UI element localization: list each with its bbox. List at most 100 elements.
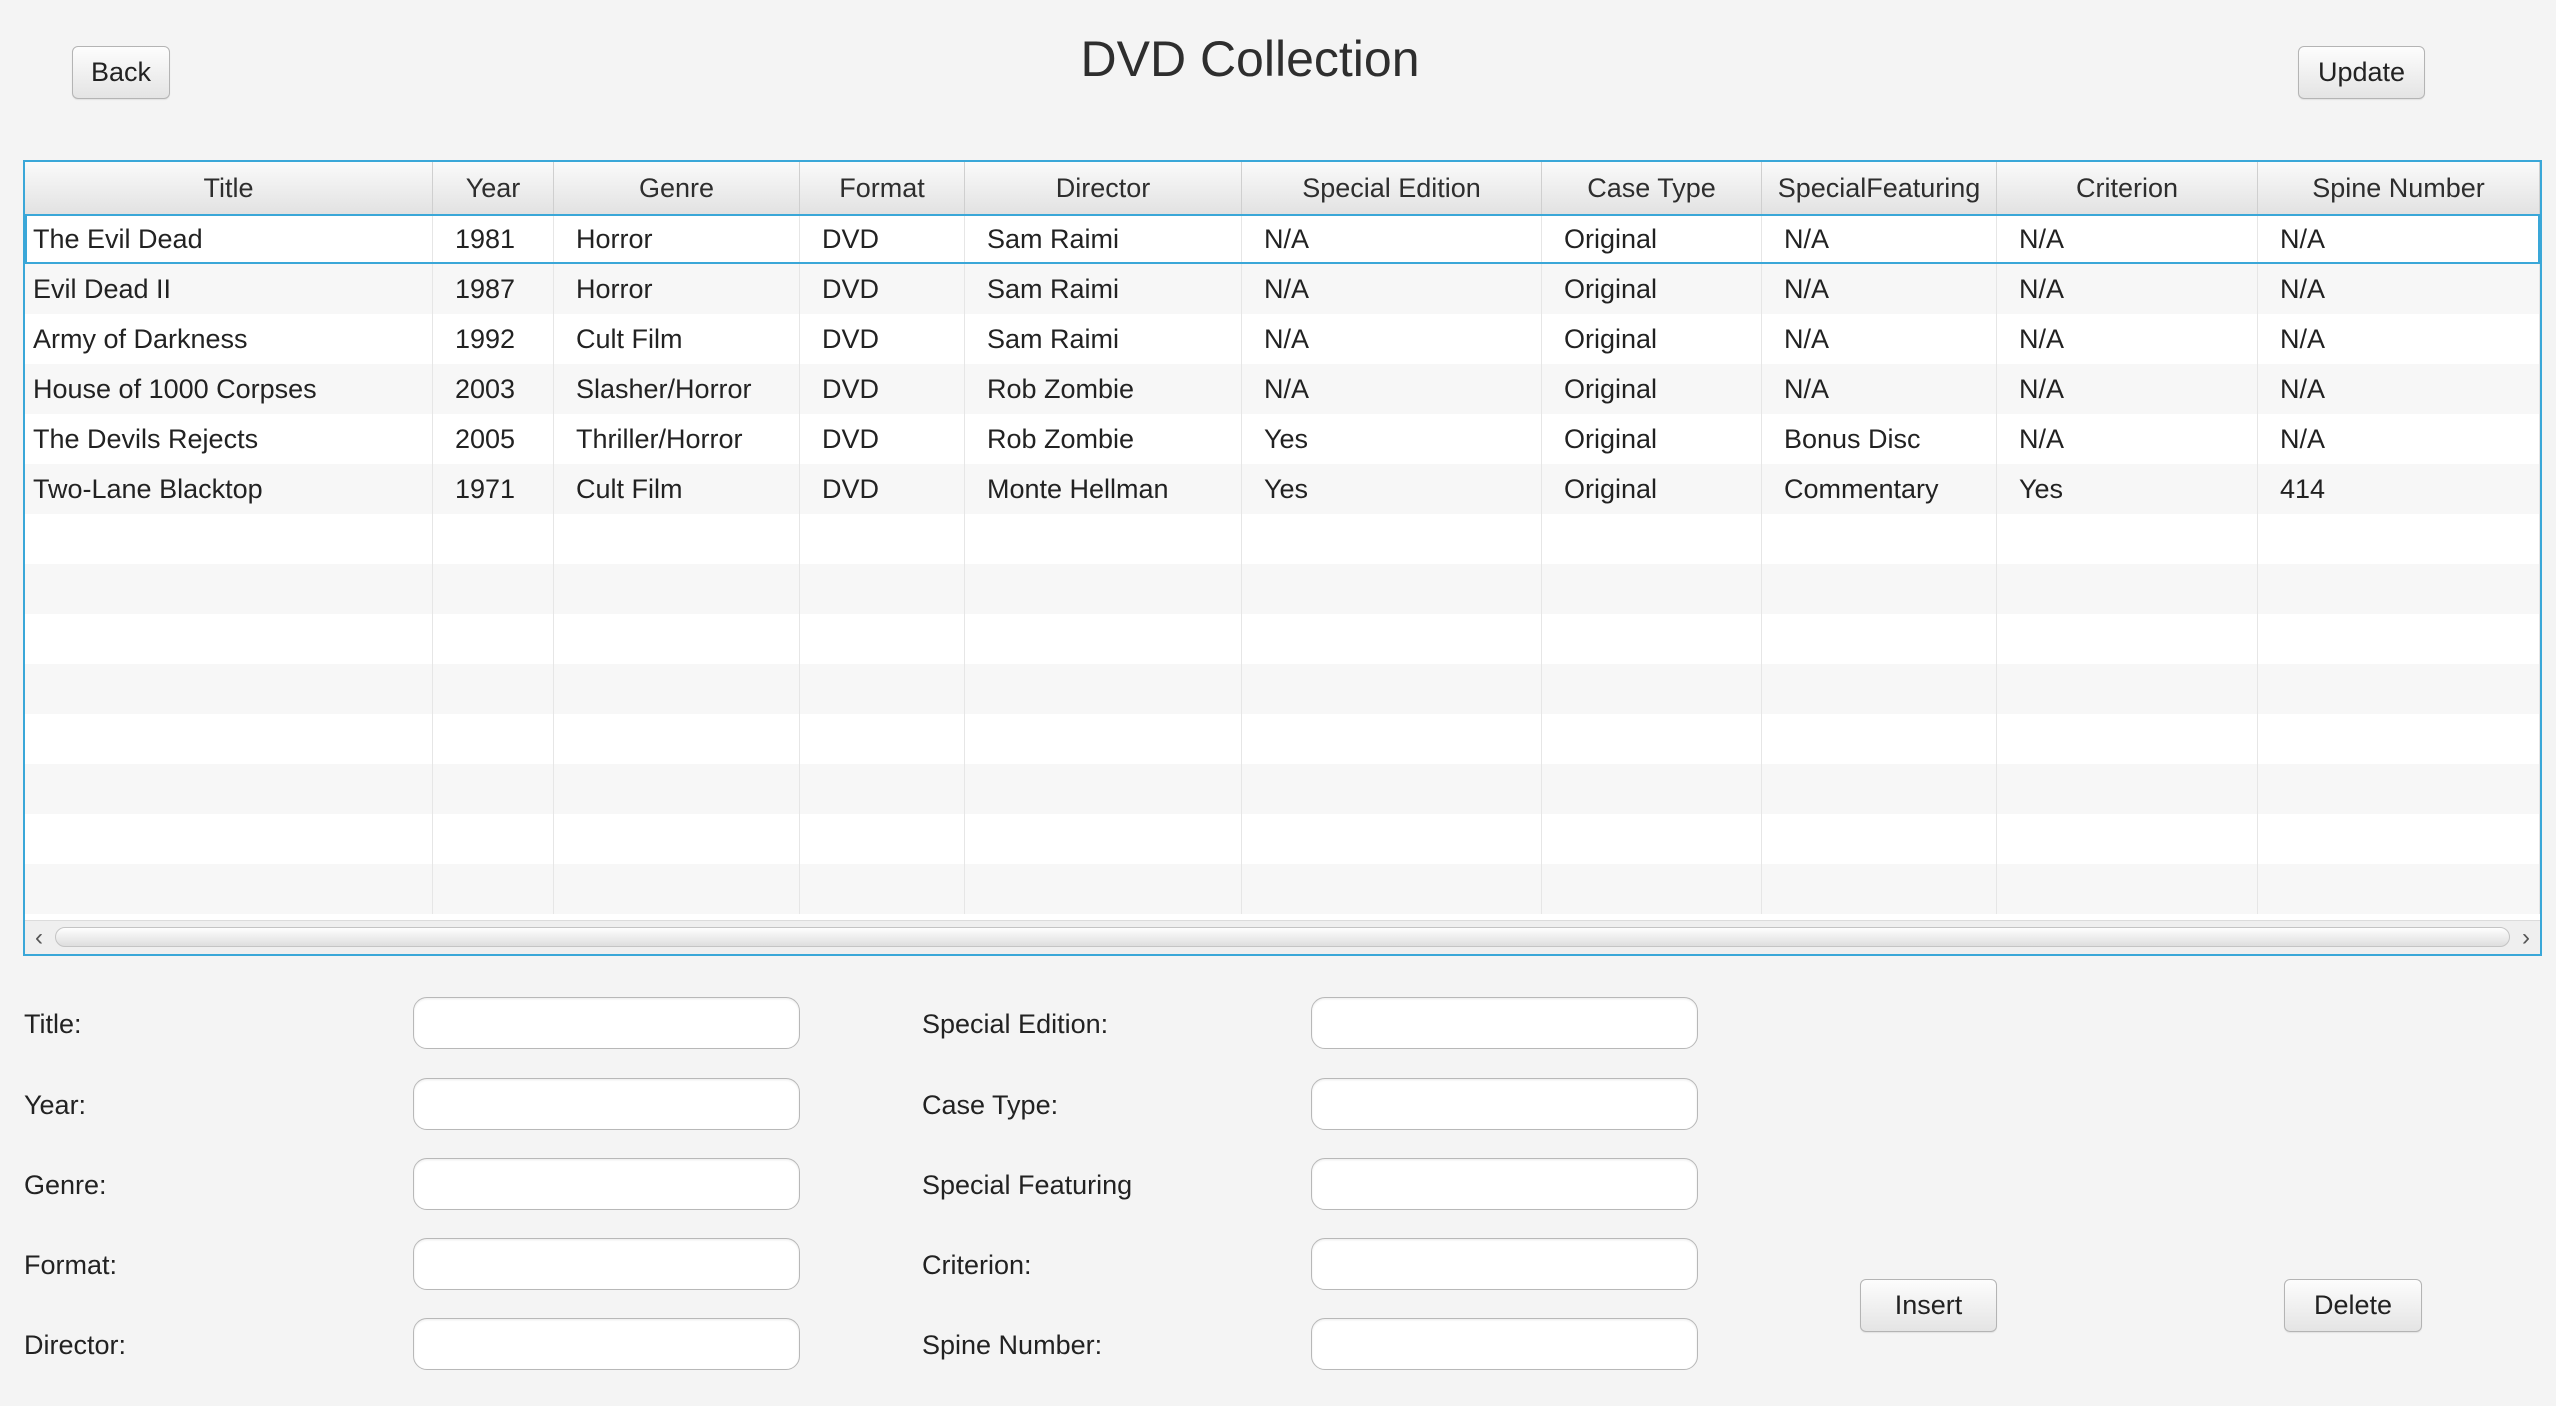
table-cell: N/A — [1242, 314, 1542, 364]
table-cell — [1242, 614, 1542, 664]
table-cell: 1971 — [433, 464, 554, 514]
table-cell — [433, 714, 554, 764]
column-header-genre[interactable]: Genre — [554, 162, 800, 214]
empty-table-row[interactable] — [25, 764, 2540, 814]
empty-table-row[interactable] — [25, 814, 2540, 864]
director-field[interactable] — [413, 1318, 800, 1370]
table-cell — [1997, 764, 2258, 814]
column-header-special-edition[interactable]: Special Edition — [1242, 162, 1542, 214]
table-cell: Rob Zombie — [965, 364, 1242, 414]
horizontal-scrollbar[interactable]: ‹ › — [25, 920, 2540, 954]
table-row[interactable]: Army of Darkness 1992 Cult Film DVD Sam Raim… — [25, 314, 2540, 364]
title-field[interactable] — [413, 997, 800, 1049]
scrollbar-thumb[interactable] — [55, 927, 2510, 947]
criterion-field[interactable] — [1311, 1238, 1698, 1290]
column-header-year[interactable]: Year — [433, 162, 554, 214]
table-cell — [965, 564, 1242, 614]
table-cell — [965, 864, 1242, 914]
table-row[interactable]: The Devils Rejects 2005 Thriller/Horror DVD… — [25, 414, 2540, 464]
empty-table-row[interactable] — [25, 614, 2540, 664]
special-edition-field[interactable] — [1311, 997, 1698, 1049]
table-cell: N/A — [1997, 214, 2258, 264]
table-cell — [1762, 714, 1997, 764]
genre-field[interactable] — [413, 1158, 800, 1210]
empty-table-row[interactable] — [25, 514, 2540, 564]
case-type-field[interactable] — [1311, 1078, 1698, 1130]
table-cell: Yes — [1242, 464, 1542, 514]
table-cell — [2258, 664, 2540, 714]
table-row[interactable]: Evil Dead II 1987 Horror DVD Sam Raimi N/A Ori… — [25, 264, 2540, 314]
column-header-director[interactable]: Director — [965, 162, 1242, 214]
table-cell — [1242, 564, 1542, 614]
table-cell — [2258, 514, 2540, 564]
table-cell — [25, 814, 433, 864]
table-cell: Original — [1542, 214, 1762, 264]
table-cell: 414 — [2258, 464, 2540, 514]
chevron-right-icon[interactable]: › — [2512, 921, 2540, 954]
table-row[interactable]: House of 1000 Corpses 2003 Slasher/Horror D… — [25, 364, 2540, 414]
column-header-case-type[interactable]: Case Type — [1542, 162, 1762, 214]
table-cell: Rob Zombie — [965, 414, 1242, 464]
table-cell: Original — [1542, 364, 1762, 414]
special-featuring-field[interactable] — [1311, 1158, 1698, 1210]
table-row[interactable]: Two-Lane Blacktop 1971 Cult Film DVD Monte H… — [25, 464, 2540, 514]
table-cell: Sam Raimi — [965, 214, 1242, 264]
update-button[interactable]: Update — [2298, 46, 2425, 99]
table-cell — [25, 714, 433, 764]
table-cell: N/A — [1762, 214, 1997, 264]
chevron-left-icon[interactable]: ‹ — [25, 921, 53, 954]
table-cell: DVD — [800, 414, 965, 464]
column-header-criterion[interactable]: Criterion — [1997, 162, 2258, 214]
case-type-label: Case Type: — [922, 1090, 1059, 1120]
table-cell — [433, 814, 554, 864]
table-cell — [1542, 864, 1762, 914]
table-cell: Cult Film — [554, 464, 800, 514]
column-header-specialfeaturing[interactable]: SpecialFeaturing — [1762, 162, 1997, 214]
table-cell: 1981 — [433, 214, 554, 264]
table-cell: Thriller/Horror — [554, 414, 800, 464]
table-cell — [1242, 764, 1542, 814]
genre-label: Genre: — [24, 1170, 107, 1200]
table-cell: DVD — [800, 314, 965, 364]
table-cell — [1762, 664, 1997, 714]
table-cell: Army of Darkness — [25, 314, 433, 364]
table-cell: N/A — [1242, 214, 1542, 264]
empty-table-row[interactable] — [25, 664, 2540, 714]
table-cell: Sam Raimi — [965, 264, 1242, 314]
table-cell — [965, 664, 1242, 714]
spine-number-field[interactable] — [1311, 1318, 1698, 1370]
insert-button[interactable]: Insert — [1860, 1279, 1997, 1332]
back-button[interactable]: Back — [72, 46, 170, 99]
column-header-format[interactable]: Format — [800, 162, 965, 214]
table-cell — [25, 664, 433, 714]
table-cell — [1242, 664, 1542, 714]
table-cell: Horror — [554, 214, 800, 264]
table-cell: N/A — [1242, 264, 1542, 314]
dvd-table[interactable]: Title Year Genre Format Director Special Edit… — [23, 160, 2542, 956]
format-field[interactable] — [413, 1238, 800, 1290]
empty-table-row[interactable] — [25, 864, 2540, 914]
table-cell — [965, 764, 1242, 814]
table-cell: 2003 — [433, 364, 554, 414]
table-cell: Monte Hellman — [965, 464, 1242, 514]
table-row[interactable]: The Evil Dead 1981 Horror DVD Sam Raimi N/A Or… — [25, 214, 2540, 264]
table-cell — [1242, 714, 1542, 764]
table-cell: 1987 — [433, 264, 554, 314]
empty-table-row[interactable] — [25, 714, 2540, 764]
table-cell: Original — [1542, 414, 1762, 464]
column-header-spine-number[interactable]: Spine Number — [2258, 162, 2540, 214]
table-cell — [433, 864, 554, 914]
table-cell — [554, 614, 800, 664]
table-cell — [2258, 714, 2540, 764]
table-cell — [1997, 714, 2258, 764]
column-header-title[interactable]: Title — [25, 162, 433, 214]
empty-table-row[interactable] — [25, 564, 2540, 614]
table-cell — [25, 614, 433, 664]
delete-button[interactable]: Delete — [2284, 1279, 2422, 1332]
table-cell: N/A — [2258, 364, 2540, 414]
year-field[interactable] — [413, 1078, 800, 1130]
table-cell: Sam Raimi — [965, 314, 1242, 364]
table-cell: 1992 — [433, 314, 554, 364]
table-cell — [1242, 514, 1542, 564]
table-cell — [1997, 614, 2258, 664]
